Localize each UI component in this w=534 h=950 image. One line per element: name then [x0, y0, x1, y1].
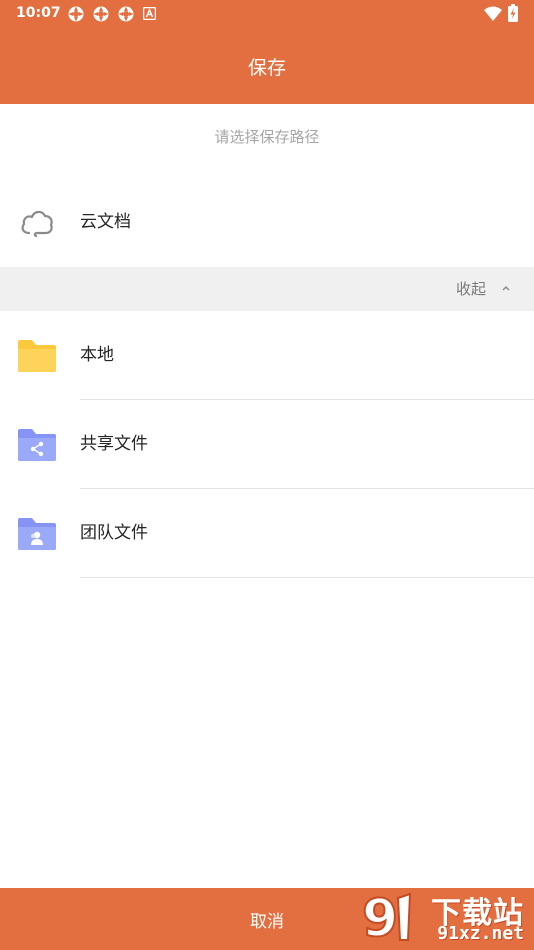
collapse-label: 收起	[455, 280, 486, 298]
folder-icon	[18, 340, 56, 372]
shared-folder-icon	[18, 429, 56, 461]
location-item-team[interactable]: 团队文件	[0, 489, 534, 578]
chevron-up-icon	[502, 285, 510, 291]
save-path-prompt: 请选择保存路径	[214, 128, 320, 146]
cloud-docs-label: 云文档	[80, 212, 131, 232]
team-folder-icon	[18, 518, 56, 550]
location-item-shared[interactable]: 共享文件	[0, 400, 534, 489]
svg-text:9: 9	[362, 889, 398, 946]
page-title: 保存	[247, 56, 286, 79]
cancel-label: 取消	[250, 911, 284, 932]
app-notification-icon	[118, 6, 134, 22]
location-label: 本地	[80, 345, 114, 365]
app-notification-icon	[93, 6, 109, 22]
status-bar: 10:07	[0, 0, 534, 28]
battery-charging-icon	[508, 4, 518, 22]
a-icon	[143, 7, 156, 20]
wifi-icon	[484, 6, 502, 21]
cloud-icon	[21, 210, 53, 238]
divider	[80, 577, 534, 578]
location-label: 共享文件	[80, 434, 148, 454]
app-notification-icon	[68, 6, 84, 22]
location-label: 团队文件	[80, 523, 148, 543]
location-item-local[interactable]: 本地	[0, 311, 534, 400]
collapse-bar[interactable]: 收起	[0, 267, 534, 311]
status-time: 10:07	[16, 5, 61, 21]
app-bar: 保存	[0, 28, 534, 104]
watermark-logo: 9	[358, 886, 428, 950]
watermark: 9 下载站 91xz.net	[358, 886, 530, 950]
watermark-logo-icon: 9	[361, 888, 412, 950]
cloud-docs-item[interactable]: 云文档	[0, 178, 534, 267]
watermark-site: 91xz.net	[437, 923, 524, 944]
